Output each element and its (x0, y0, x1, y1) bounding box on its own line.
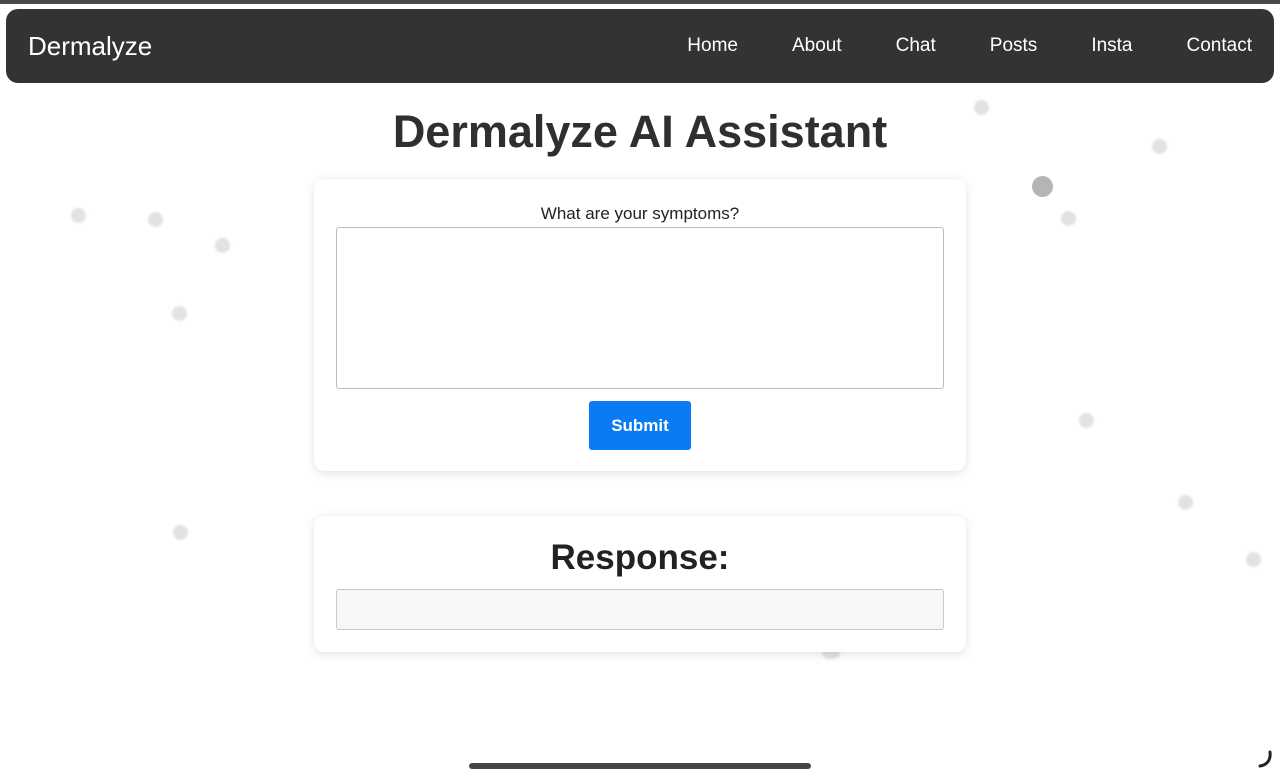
nav-link-contact[interactable]: Contact (1187, 35, 1252, 57)
decorative-dot (1079, 413, 1094, 428)
nav-link-chat[interactable]: Chat (896, 35, 936, 57)
page-title: Dermalyze AI Assistant (392, 106, 888, 157)
nav-link-insta[interactable]: Insta (1091, 35, 1132, 57)
decorative-dot (172, 306, 187, 321)
corner-curve-icon (1258, 750, 1272, 768)
response-output (336, 589, 944, 630)
brand-logo[interactable]: Dermalyze (28, 31, 152, 62)
symptoms-textarea[interactable] (336, 227, 944, 389)
navbar: Dermalyze Home About Chat Posts Insta Co… (6, 9, 1274, 83)
decorative-dot (215, 238, 230, 253)
nav-link-posts[interactable]: Posts (990, 35, 1038, 57)
nav-links: Home About Chat Posts Insta Contact (633, 35, 1252, 57)
decorative-dot (148, 212, 163, 227)
response-card: Response: (314, 516, 966, 652)
submit-button[interactable]: Submit (589, 401, 691, 450)
home-indicator (469, 763, 811, 769)
decorative-dot (1246, 552, 1261, 567)
symptoms-form-card: What are your symptoms? Submit (314, 179, 966, 471)
decorative-dot (1032, 176, 1053, 197)
page: Dermalyze Home About Chat Posts Insta Co… (0, 0, 1280, 777)
decorative-dot (71, 208, 86, 223)
symptoms-label: What are your symptoms? (540, 204, 740, 223)
nav-link-home[interactable]: Home (687, 35, 738, 57)
nav-link-about[interactable]: About (792, 35, 842, 57)
decorative-dot (173, 525, 188, 540)
decorative-dot (1178, 495, 1193, 510)
top-status-line (0, 0, 1280, 4)
decorative-dot (1061, 211, 1076, 226)
response-title: Response: (550, 538, 730, 577)
